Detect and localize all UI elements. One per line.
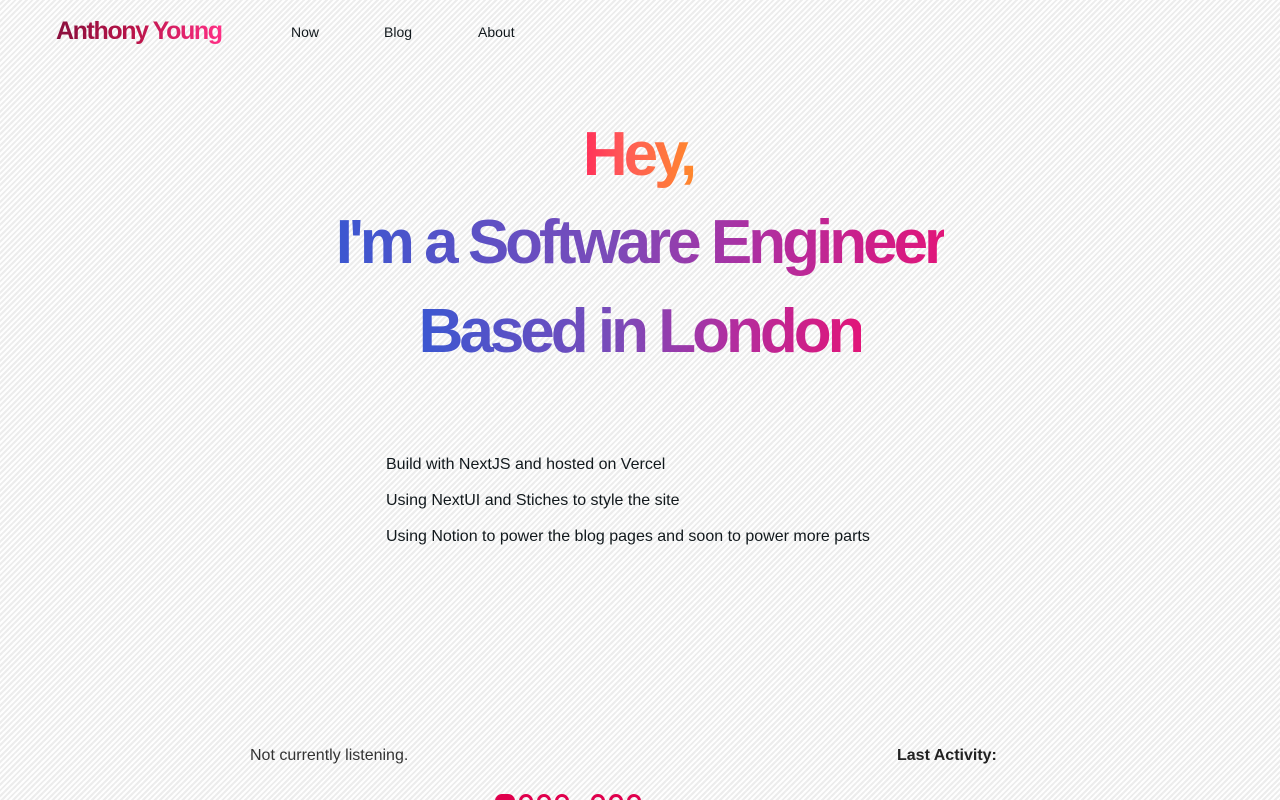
feature-notion-blog: Using Notion to power the blog pages and… (386, 528, 870, 545)
site-brand-link[interactable]: Anthony Young (56, 14, 223, 48)
hero-greeting: Hey, (0, 120, 1280, 190)
last-activity-label: Last Activity: (897, 747, 997, 764)
activity-dot-icon (537, 794, 551, 800)
listening-status: Not currently listening. (250, 747, 409, 764)
site-header: Anthony Young Now Blog About (0, 0, 1280, 64)
nav-now-link[interactable]: Now (291, 22, 384, 44)
activity-dot-icon (627, 794, 641, 800)
hero-role-text: I'm a Software Engineer (335, 208, 948, 277)
site-features-list: Build with NextJS and hosted on Vercel U… (386, 455, 946, 563)
feature-nextjs-vercel: Build with NextJS and hosted on Vercel (386, 456, 666, 473)
activity-preview-cropped (495, 793, 765, 800)
nav-blog-link[interactable]: Blog (384, 22, 478, 44)
hero-location-text: Based in London (418, 297, 866, 366)
activity-dot-icon (519, 794, 533, 800)
nav-about-link[interactable]: About (478, 22, 558, 44)
primary-navigation: Now Blog About (291, 22, 558, 44)
activity-dot-icon (495, 794, 515, 800)
activity-dot-icon (555, 794, 569, 800)
hero-location-heading: Based in London (0, 297, 1280, 367)
hero-greeting-text: Hey, (583, 120, 697, 190)
hero-section: Hey, I'm a Software Engineer Based in Lo… (0, 120, 1280, 380)
activity-dot-icon (591, 794, 605, 800)
hero-role-heading: I'm a Software Engineer (0, 208, 1280, 278)
feature-nextui-stiches: Using NextUI and Stiches to style the si… (386, 492, 680, 509)
activity-dot-icon (609, 794, 623, 800)
